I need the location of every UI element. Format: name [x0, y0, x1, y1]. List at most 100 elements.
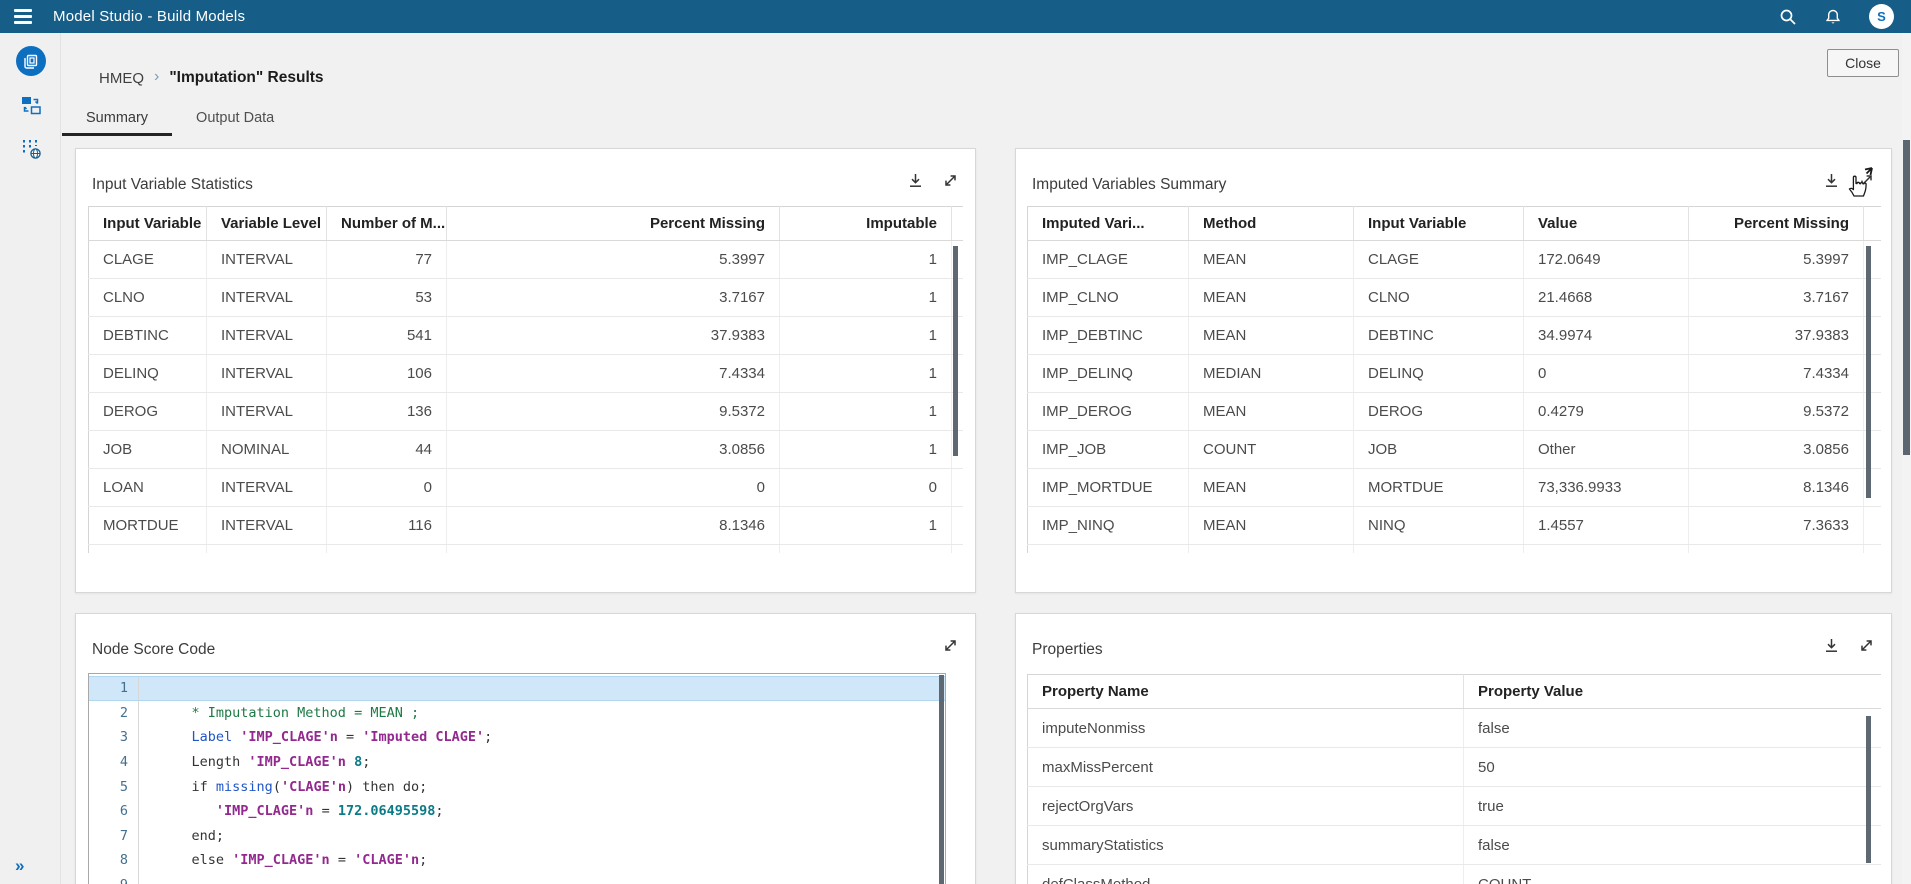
code-editor[interactable]: 12 * Imputation Method = MEAN ;3 Label '…: [88, 673, 946, 884]
table-row[interactable]: IMP_JOBCOUNTJOBOther3.0856: [1028, 431, 1882, 469]
table-row[interactable]: LOANINTERVAL000: [89, 469, 964, 507]
user-avatar[interactable]: S: [1869, 4, 1894, 29]
code-line[interactable]: 5 if missing('CLAGE'n) then do;: [89, 774, 945, 799]
table-row[interactable]: DELINQINTERVAL1067.43341: [89, 355, 964, 393]
code-line[interactable]: 3 Label 'IMP_CLAGE'n = 'Imputed CLAGE';: [89, 725, 945, 750]
column-header-number-of-m[interactable]: Number of M...: [327, 207, 447, 241]
cell: 9.5372: [1689, 393, 1864, 431]
page-scrollbar-thumb[interactable]: [1903, 140, 1910, 455]
cell: [1689, 545, 1864, 554]
table-row[interactable]: maxMissPercent50: [1028, 748, 1882, 787]
cell: IMP_CLAGE: [1028, 241, 1189, 279]
download-icon[interactable]: [906, 171, 924, 189]
cell: 1: [780, 317, 952, 355]
download-icon[interactable]: [1822, 171, 1840, 189]
expand-icon[interactable]: [941, 171, 959, 189]
table-row[interactable]: IMP_DEBTINCMEANDEBTINC34.997437.9383: [1028, 317, 1882, 355]
notifications-icon[interactable]: [1824, 8, 1842, 26]
compare-icon[interactable]: [0, 83, 61, 127]
expand-icon[interactable]: [1857, 171, 1875, 189]
table-row[interactable]: IMP_DELINQMEDIANDELINQ07.4334: [1028, 355, 1882, 393]
table-row[interactable]: IMP_CLNOMEANCLNO21.46683.7167: [1028, 279, 1882, 317]
table-row[interactable]: JOBNOMINAL443.08561: [89, 431, 964, 469]
panel-title: Input Variable Statistics: [92, 176, 253, 194]
page-scrollbar[interactable]: [1902, 33, 1911, 884]
code-line[interactable]: 2 * Imputation Method = MEAN ;: [89, 701, 945, 726]
column-header-imputable[interactable]: Imputable: [780, 207, 952, 241]
expand-icon[interactable]: [1857, 636, 1875, 654]
column-header-input-variable[interactable]: Input Variable: [89, 207, 207, 241]
cell: [327, 545, 447, 554]
column-header-imputed-vari[interactable]: Imputed Vari...: [1028, 207, 1189, 241]
cell: true: [1464, 787, 1882, 826]
cell: COUNT: [1464, 865, 1882, 884]
code-scrollbar-thumb[interactable]: [939, 675, 944, 884]
pipelines-icon[interactable]: [0, 39, 61, 83]
column-header-input-variable[interactable]: Input Variable: [1354, 207, 1524, 241]
imputed-variables-summary-table: Imputed Vari...MethodInput VariableValue…: [1027, 206, 1881, 553]
table-row[interactable]: DEROGINTERVAL1369.53721: [89, 393, 964, 431]
column-header-percent-missing[interactable]: Percent Missing: [447, 207, 780, 241]
cell: 53: [327, 279, 447, 317]
expand-sidebar-icon[interactable]: »: [15, 856, 24, 876]
panel-title: Properties: [1032, 641, 1103, 659]
table-row[interactable]: [89, 545, 964, 554]
cell: 1: [780, 393, 952, 431]
column-header-variable-level[interactable]: Variable Level: [207, 207, 327, 241]
code-text: else 'IMP_CLAGE'n = 'CLAGE'n;: [139, 848, 427, 873]
code-line[interactable]: 9: [89, 873, 945, 884]
close-button[interactable]: Close: [1827, 49, 1899, 77]
menu-icon[interactable]: [14, 9, 32, 24]
table-row[interactable]: CLAGEINTERVAL775.39971: [89, 241, 964, 279]
breadcrumb: HMEQ › "Imputation" Results: [99, 69, 324, 87]
table-row[interactable]: imputeNonmissfalse: [1028, 709, 1882, 748]
cell: 0: [447, 469, 780, 507]
table-row[interactable]: MORTDUEINTERVAL1168.13461: [89, 507, 964, 545]
tab-output-data[interactable]: Output Data: [172, 103, 298, 136]
code-line[interactable]: 7 end;: [89, 824, 945, 849]
cell: CLNO: [89, 279, 207, 317]
column-header-percent-missing[interactable]: Percent Missing: [1689, 207, 1864, 241]
cell: 1: [780, 279, 952, 317]
cell: MEAN: [1189, 507, 1354, 545]
table-row[interactable]: IMP_NINQMEANNINQ1.45577.3633: [1028, 507, 1882, 545]
table-scrollbar-thumb[interactable]: [1866, 246, 1871, 498]
tab-summary[interactable]: Summary: [62, 103, 172, 136]
expand-icon[interactable]: [941, 636, 959, 654]
table-row[interactable]: IMP_MORTDUEMEANMORTDUE73,336.99338.1346: [1028, 469, 1882, 507]
cell: 0: [780, 469, 952, 507]
table-row[interactable]: IMP_DEROGMEANDEROG0.42799.5372: [1028, 393, 1882, 431]
download-icon[interactable]: [1822, 636, 1840, 654]
table-row[interactable]: defClassMethodCOUNT: [1028, 865, 1882, 884]
column-header-method[interactable]: Method: [1189, 207, 1354, 241]
header-row: Input VariableVariable LevelNumber of M.…: [89, 207, 964, 241]
table-scrollbar-thumb[interactable]: [953, 246, 958, 456]
cell: 3.0856: [447, 431, 780, 469]
cell: 3.0856: [1689, 431, 1864, 469]
cell: [1028, 545, 1189, 554]
table-row[interactable]: summaryStatisticsfalse: [1028, 826, 1882, 865]
cell: 1: [780, 507, 952, 545]
table-row[interactable]: DEBTINCINTERVAL54137.93831: [89, 317, 964, 355]
cell: false: [1464, 709, 1882, 748]
code-line[interactable]: 8 else 'IMP_CLAGE'n = 'CLAGE'n;: [89, 848, 945, 873]
table-scrollbar-thumb[interactable]: [1866, 716, 1871, 863]
line-number: 9: [89, 873, 139, 884]
breadcrumb-project-link[interactable]: HMEQ: [99, 70, 144, 87]
cell: [1864, 507, 1882, 545]
cell: MEAN: [1189, 317, 1354, 355]
cell: IMP_DELINQ: [1028, 355, 1189, 393]
column-header-value[interactable]: Value: [1524, 207, 1689, 241]
table-row[interactable]: CLNOINTERVAL533.71671: [89, 279, 964, 317]
table-row[interactable]: rejectOrgVarstrue: [1028, 787, 1882, 826]
manage-variables-icon[interactable]: [0, 127, 61, 171]
table-row[interactable]: [1028, 545, 1882, 554]
code-line[interactable]: 1: [89, 676, 945, 701]
column-header-property-value[interactable]: Property Value: [1464, 675, 1882, 709]
search-icon[interactable]: [1779, 8, 1797, 26]
code-text: [139, 873, 159, 884]
code-line[interactable]: 6 'IMP_CLAGE'n = 172.06495598;: [89, 799, 945, 824]
column-header-property-name[interactable]: Property Name: [1028, 675, 1464, 709]
table-row[interactable]: IMP_CLAGEMEANCLAGE172.06495.3997: [1028, 241, 1882, 279]
code-line[interactable]: 4 Length 'IMP_CLAGE'n 8;: [89, 750, 945, 775]
